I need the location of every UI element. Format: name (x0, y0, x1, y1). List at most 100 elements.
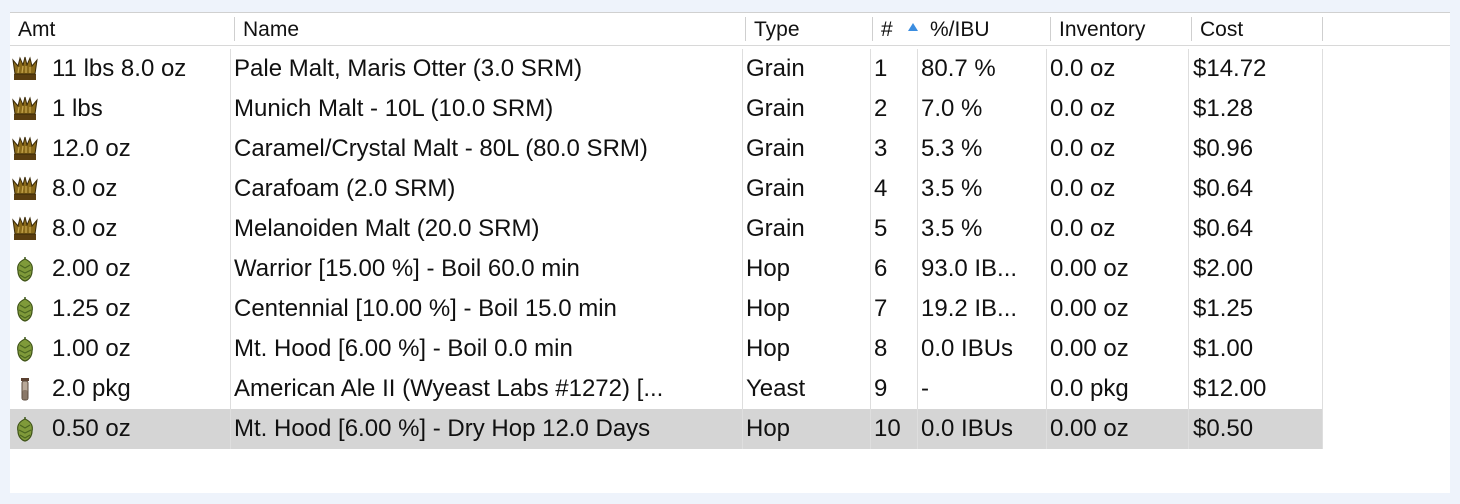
cell-amt: 1.25 oz (52, 295, 131, 322)
cell-cost: $2.00 (1193, 255, 1254, 282)
cell-name: Warrior [15.00 %] - Boil 60.0 min (234, 255, 580, 282)
cell-number: 9 (874, 375, 888, 402)
cell-percent-ibu: 93.0 IB... (921, 255, 1018, 282)
cell-inventory: 0.0 oz (1050, 55, 1116, 82)
table-header: Amt Name Type # %/IBU Inventory Cost (10, 13, 1450, 46)
cell-inventory: 0.00 oz (1050, 295, 1129, 322)
column-divider (1046, 49, 1047, 449)
column-divider (1188, 49, 1189, 449)
cell-type: Yeast (746, 375, 806, 402)
table-row[interactable]: 2.0 pkg American Ale II (Wyeast Labs #127… (10, 369, 1323, 409)
table-row[interactable]: 8.0 oz Melanoiden Malt (20.0 SRM) Grain 5 3.… (10, 209, 1323, 249)
cell-amt: 2.00 oz (52, 255, 131, 282)
column-divider (870, 49, 871, 449)
cell-number: 8 (874, 335, 888, 362)
cell-name: American Ale II (Wyeast Labs #1272) [... (234, 375, 664, 402)
cell-cost: $1.25 (1193, 295, 1254, 322)
grain-icon (12, 56, 38, 82)
cell-percent-ibu: 19.2 IB... (921, 295, 1018, 322)
cell-name: Centennial [10.00 %] - Boil 15.0 min (234, 295, 617, 322)
cell-type: Hop (746, 295, 791, 322)
cell-percent-ibu: 3.5 % (921, 175, 983, 202)
column-header-number[interactable]: # (873, 13, 913, 45)
cell-amt: 2.0 pkg (52, 375, 131, 402)
cell-inventory: 0.00 oz (1050, 255, 1129, 282)
table-row[interactable]: 8.0 oz Carafoam (2.0 SRM) Grain 4 3.5 % 0.0 o… (10, 169, 1323, 209)
cell-name: Caramel/Crystal Malt - 80L (80.0 SRM) (234, 135, 648, 162)
hop-icon (12, 336, 38, 362)
cell-name: Mt. Hood [6.00 %] - Boil 0.0 min (234, 335, 573, 362)
grain-icon (12, 176, 38, 202)
cell-percent-ibu: 3.5 % (921, 215, 983, 242)
cell-cost: $0.64 (1193, 215, 1254, 242)
hop-icon (12, 256, 38, 282)
cell-percent-ibu: 80.7 % (921, 55, 996, 82)
cell-type: Hop (746, 415, 791, 442)
grain-icon (12, 216, 38, 242)
table-row[interactable]: 1.25 oz Centennial [10.00 %] - Boil 15.0 … (10, 289, 1323, 329)
table-row[interactable]: 11 lbs 8.0 oz Pale Malt, Maris Otter (3.0… (10, 49, 1323, 89)
cell-type: Grain (746, 215, 805, 242)
cell-amt: 11 lbs 8.0 oz (52, 55, 187, 82)
cell-cost: $0.64 (1193, 175, 1254, 202)
column-header-inventory[interactable]: Inventory (1051, 13, 1191, 45)
column-header-name[interactable]: Name (235, 13, 745, 45)
cell-inventory: 0.0 oz (1050, 175, 1116, 202)
cell-type: Grain (746, 95, 805, 122)
cell-type: Hop (746, 335, 791, 362)
cell-number: 5 (874, 215, 888, 242)
cell-number: 10 (874, 415, 901, 442)
table-row[interactable]: 1 lbs Munich Malt - 10L (10.0 SRM) Grain 2 7… (10, 89, 1323, 129)
grain-icon (12, 96, 38, 122)
cell-number: 3 (874, 135, 888, 162)
table-row[interactable]: 12.0 oz Caramel/Crystal Malt - 80L (80.0 … (10, 129, 1323, 169)
cell-inventory: 0.0 oz (1050, 95, 1116, 122)
cell-amt: 8.0 oz (52, 215, 118, 242)
column-header-percent-ibu[interactable]: %/IBU (922, 13, 1050, 45)
cell-percent-ibu: - (921, 375, 929, 402)
cell-amt: 1 lbs (52, 95, 103, 122)
cell-amt: 0.50 oz (52, 415, 131, 442)
yeast-vial-icon (12, 376, 38, 402)
cell-name: Melanoiden Malt (20.0 SRM) (234, 215, 540, 242)
cell-number: 6 (874, 255, 888, 282)
cell-percent-ibu: 7.0 % (921, 95, 983, 122)
ingredients-table: Amt Name Type # %/IBU Inventory Cost 0.5… (10, 12, 1450, 493)
cell-number: 2 (874, 95, 888, 122)
cell-cost: $14.72 (1193, 55, 1267, 82)
table-row[interactable]: 0.50 oz Mt. Hood [6.00 %] - Dry Hop 12.0 … (10, 409, 1323, 449)
cell-percent-ibu: 5.3 % (921, 135, 983, 162)
column-header-type[interactable]: Type (746, 13, 872, 45)
cell-cost: $1.28 (1193, 95, 1254, 122)
cell-type: Grain (746, 135, 805, 162)
cell-inventory: 0.0 oz (1050, 135, 1116, 162)
cell-type: Grain (746, 55, 805, 82)
cell-number: 7 (874, 295, 888, 322)
column-divider (917, 49, 918, 449)
sort-ascending-icon[interactable] (908, 23, 918, 31)
hop-icon (12, 416, 38, 442)
cell-cost: $0.96 (1193, 135, 1254, 162)
column-header-amt[interactable]: Amt (10, 13, 234, 45)
cell-name: Munich Malt - 10L (10.0 SRM) (234, 95, 554, 122)
column-divider (1322, 49, 1323, 449)
cell-inventory: 0.00 oz (1050, 415, 1129, 442)
cell-number: 4 (874, 175, 888, 202)
column-divider (230, 49, 231, 449)
cell-cost: $12.00 (1193, 375, 1267, 402)
table-row[interactable]: 1.00 oz Mt. Hood [6.00 %] - Boil 0.0 min H… (10, 329, 1323, 369)
column-divider[interactable] (1322, 17, 1323, 41)
cell-inventory: 0.0 oz (1050, 215, 1116, 242)
cell-inventory: 0.0 pkg (1050, 375, 1129, 402)
cell-cost: $1.00 (1193, 335, 1254, 362)
grain-icon (12, 136, 38, 162)
cell-amt: 8.0 oz (52, 175, 118, 202)
cell-inventory: 0.00 oz (1050, 335, 1129, 362)
cell-name: Carafoam (2.0 SRM) (234, 175, 456, 202)
cell-name: Pale Malt, Maris Otter (3.0 SRM) (234, 55, 583, 82)
table-row[interactable]: 2.00 oz Warrior [15.00 %] - Boil 60.0 min… (10, 249, 1323, 289)
column-header-cost[interactable]: Cost (1192, 13, 1322, 45)
cell-percent-ibu: 0.0 IBUs (921, 415, 1014, 442)
cell-number: 1 (874, 55, 888, 82)
cell-type: Grain (746, 175, 805, 202)
